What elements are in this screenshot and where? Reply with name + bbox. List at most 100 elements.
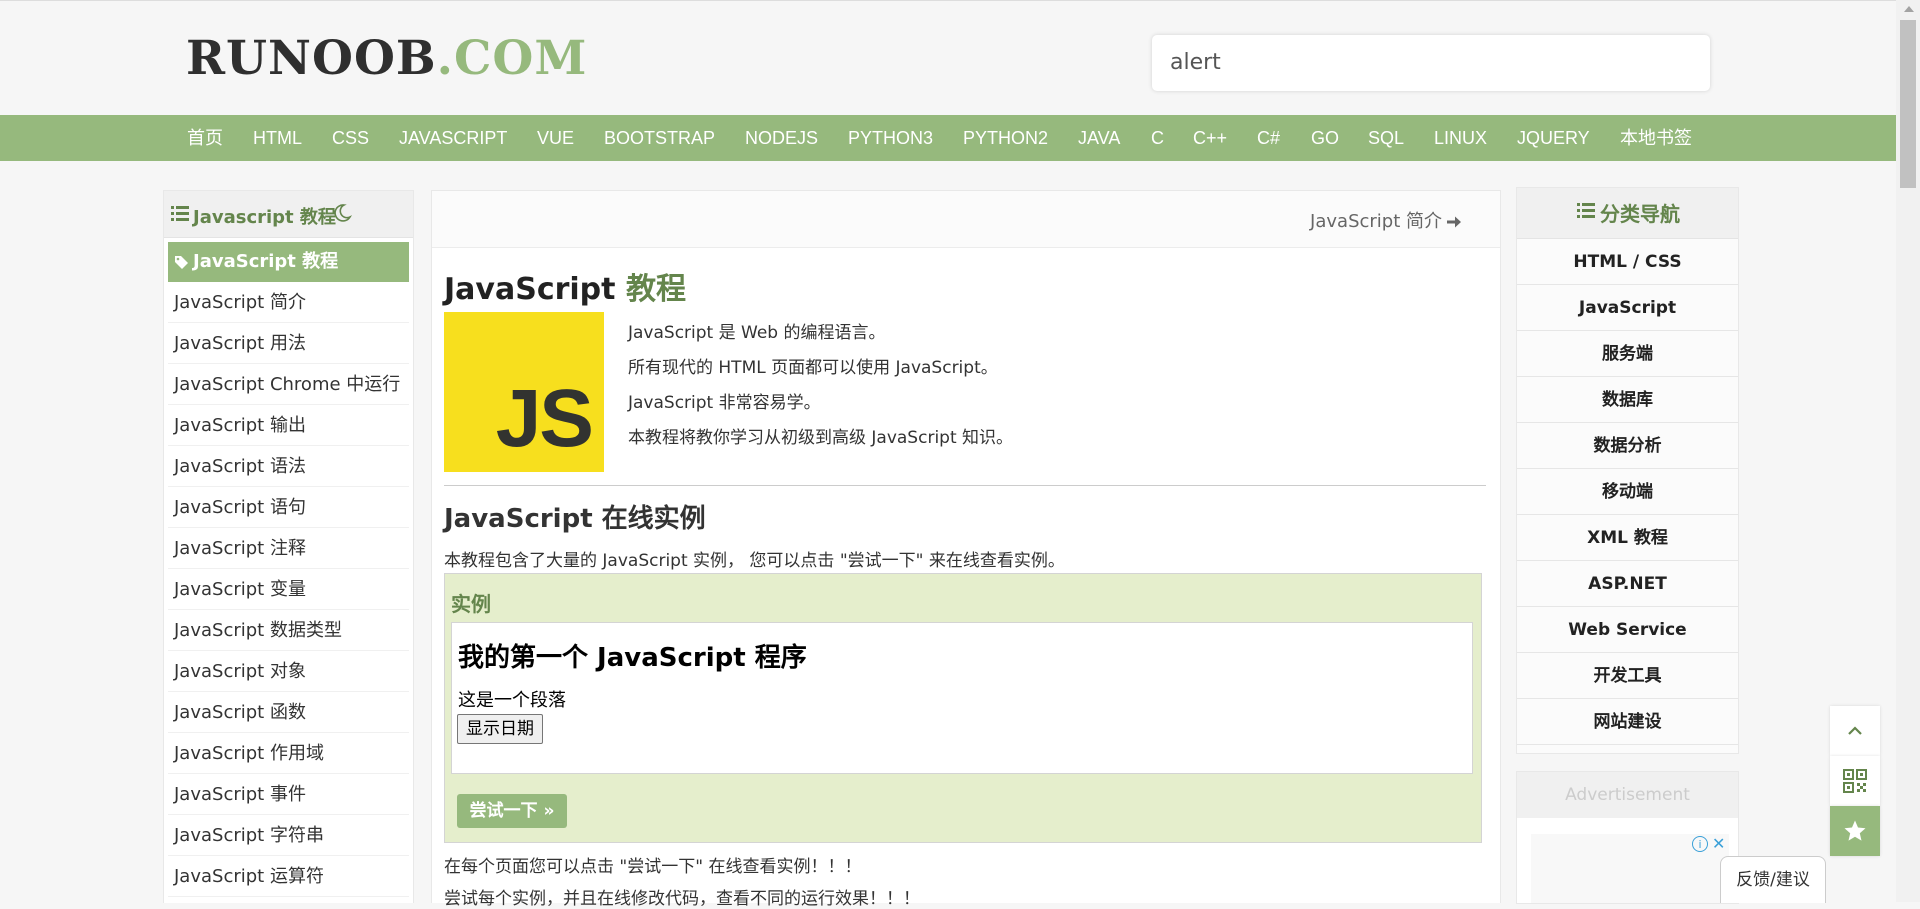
- sidebar-item-js-events[interactable]: JavaScript 事件: [168, 775, 409, 815]
- arrow-right-icon: [1447, 216, 1461, 228]
- sidebar-item-js-intro[interactable]: JavaScript 简介: [168, 283, 409, 323]
- chevron-up-icon: [1848, 726, 1862, 735]
- next-page-link[interactable]: JavaScript 简介: [1310, 207, 1462, 233]
- back-to-top-button[interactable]: [1830, 706, 1880, 756]
- page-title-main: JavaScript: [444, 272, 616, 307]
- tag-icon: [175, 255, 188, 269]
- site-logo[interactable]: RUNOOB.COM: [186, 31, 587, 86]
- sidebar-item-js-objects[interactable]: JavaScript 对象: [168, 652, 409, 692]
- category-dev-tools[interactable]: 开发工具: [1517, 653, 1738, 699]
- logo-main: RUNOOB: [186, 31, 437, 86]
- article-nav-bar: JavaScript 简介: [432, 191, 1500, 248]
- nav-item-jquery[interactable]: JQUERY: [1517, 115, 1590, 161]
- left-sidebar-header: Javascript 教程: [164, 191, 413, 238]
- intro-line: JavaScript 是 Web 的编程语言。: [628, 323, 886, 343]
- nav-item-python2[interactable]: PYTHON2: [963, 115, 1048, 161]
- example-label: 实例: [451, 592, 491, 616]
- divider: [444, 485, 1486, 486]
- footer-line: 在每个页面您可以点击 "尝试一下" 在线查看实例！！！: [444, 857, 862, 877]
- right-sidebar-title: 分类导航: [1600, 202, 1680, 226]
- qrcode-icon: [1843, 769, 1867, 793]
- category-html-css[interactable]: HTML / CSS: [1517, 239, 1738, 285]
- nav-item-vue[interactable]: VUE: [537, 115, 574, 161]
- sidebar-item-js-scope[interactable]: JavaScript 作用域: [168, 734, 409, 774]
- intro-line: 本教程将教你学习从初级到高级 JavaScript 知识。: [628, 428, 1014, 448]
- category-web-service[interactable]: Web Service: [1517, 607, 1738, 653]
- main-content: JavaScript 简介 JavaScript 教程 JS JavaScrip…: [431, 190, 1501, 909]
- nav-item-cpp[interactable]: C++: [1193, 115, 1227, 161]
- list-icon: [1577, 203, 1595, 218]
- right-sidebar: 分类导航 HTML / CSS JavaScript 服务端 数据库 数据分析 …: [1516, 187, 1739, 754]
- search-input[interactable]: alert: [1152, 35, 1710, 91]
- scroll-up-arrow-icon[interactable]: [1904, 6, 1914, 12]
- left-sidebar: Javascript 教程 JavaScript 教程 JavaScript 简…: [163, 190, 414, 903]
- sidebar-item-js-statements[interactable]: JavaScript 语句: [168, 488, 409, 528]
- nav-item-c[interactable]: C: [1151, 115, 1164, 161]
- nav-item-bookmarks[interactable]: 本地书签: [1620, 115, 1692, 161]
- intro-line: JavaScript 非常容易学。: [628, 393, 821, 413]
- sidebar-item-js-output[interactable]: JavaScript 输出: [168, 406, 409, 446]
- page-title-suffix: 教程: [615, 272, 686, 307]
- nav-item-home[interactable]: 首页: [187, 115, 223, 161]
- sidebar-item-label: JavaScript 教程: [193, 251, 339, 272]
- sidebar-item-js-functions[interactable]: JavaScript 函数: [168, 693, 409, 733]
- nav-item-bootstrap[interactable]: BOOTSTRAP: [604, 115, 715, 161]
- list-icon: [171, 206, 189, 221]
- intro-line: 所有现代的 HTML 页面都可以使用 JavaScript。: [628, 358, 998, 378]
- example-heading: 我的第一个 JavaScript 程序: [458, 643, 807, 673]
- sidebar-item-js-usage[interactable]: JavaScript 用法: [168, 324, 409, 364]
- show-date-button[interactable]: 显示日期: [457, 714, 543, 744]
- example-panel: 实例 我的第一个 JavaScript 程序 这是一个段落 显示日期 尝试一下 …: [444, 573, 1482, 843]
- category-database[interactable]: 数据库: [1517, 377, 1738, 423]
- ad-close-icon[interactable]: ✕: [1712, 834, 1725, 853]
- nav-item-nodejs[interactable]: NODEJS: [745, 115, 818, 161]
- javascript-logo: JS: [444, 312, 604, 472]
- nav-item-html[interactable]: HTML: [253, 115, 302, 161]
- category-mobile[interactable]: 移动端: [1517, 469, 1738, 515]
- example-paragraph: 这是一个段落: [458, 690, 566, 711]
- ad-info-icon[interactable]: i: [1692, 836, 1708, 852]
- example-preview: 我的第一个 JavaScript 程序 这是一个段落 显示日期: [451, 622, 1473, 774]
- nav-item-python3[interactable]: PYTHON3: [848, 115, 933, 161]
- nav-item-sql[interactable]: SQL: [1368, 115, 1404, 161]
- footer-line: 尝试每个实例，并且在线修改代码，查看不同的运行效果！！！: [444, 889, 920, 909]
- nav-item-go[interactable]: GO: [1311, 115, 1339, 161]
- sidebar-item-js-variables[interactable]: JavaScript 变量: [168, 570, 409, 610]
- site-header: RUNOOB.COM alert: [0, 0, 1896, 116]
- category-javascript[interactable]: JavaScript: [1517, 285, 1738, 331]
- category-aspnet[interactable]: ASP.NET: [1517, 561, 1738, 607]
- category-data-analysis[interactable]: 数据分析: [1517, 423, 1738, 469]
- top-nav: 首页 HTML CSS JAVASCRIPT VUE BOOTSTRAP NOD…: [0, 115, 1896, 161]
- nav-item-csharp[interactable]: C#: [1257, 115, 1280, 161]
- sidebar-item-js-chrome[interactable]: JavaScript Chrome 中运行: [168, 365, 409, 405]
- sidebar-item-js-strings[interactable]: JavaScript 字符串: [168, 816, 409, 856]
- bookmark-button[interactable]: [1830, 806, 1880, 856]
- star-icon: [1844, 820, 1866, 841]
- sidebar-item-js-syntax[interactable]: JavaScript 语法: [168, 447, 409, 487]
- category-website[interactable]: 网站建设: [1517, 699, 1738, 745]
- nav-item-css[interactable]: CSS: [332, 115, 369, 161]
- sidebar-item-js-tutorial[interactable]: JavaScript 教程: [168, 242, 409, 282]
- moon-icon[interactable]: [332, 203, 352, 223]
- advertisement-panel: Advertisement i ✕: [1516, 771, 1739, 904]
- nav-item-javascript[interactable]: JAVASCRIPT: [399, 115, 507, 161]
- nav-item-linux[interactable]: LINUX: [1434, 115, 1487, 161]
- logo-suffix: .COM: [436, 31, 588, 86]
- scrollbar-thumb[interactable]: [1900, 20, 1916, 188]
- feedback-button[interactable]: 反馈/建议: [1720, 856, 1826, 903]
- qrcode-button[interactable]: [1830, 756, 1880, 806]
- sidebar-item-js-comments[interactable]: JavaScript 注释: [168, 529, 409, 569]
- sidebar-item-js-datatypes[interactable]: JavaScript 数据类型: [168, 611, 409, 651]
- javascript-logo-text: JS: [495, 373, 594, 464]
- section-title: JavaScript 在线实例: [444, 504, 706, 534]
- category-server[interactable]: 服务端: [1517, 331, 1738, 377]
- page-title: JavaScript 教程: [444, 264, 686, 308]
- nav-item-java[interactable]: JAVA: [1078, 115, 1120, 161]
- sidebar-item-js-operators[interactable]: JavaScript 运算符: [168, 857, 409, 897]
- right-sidebar-header: 分类导航: [1517, 188, 1738, 239]
- left-sidebar-title: Javascript 教程: [193, 207, 336, 228]
- try-it-button[interactable]: 尝试一下 »: [457, 794, 567, 828]
- category-xml[interactable]: XML 教程: [1517, 515, 1738, 561]
- section-description: 本教程包含了大量的 JavaScript 实例， 您可以点击 "尝试一下" 来在…: [444, 551, 1065, 571]
- advertisement-label: Advertisement: [1517, 772, 1738, 818]
